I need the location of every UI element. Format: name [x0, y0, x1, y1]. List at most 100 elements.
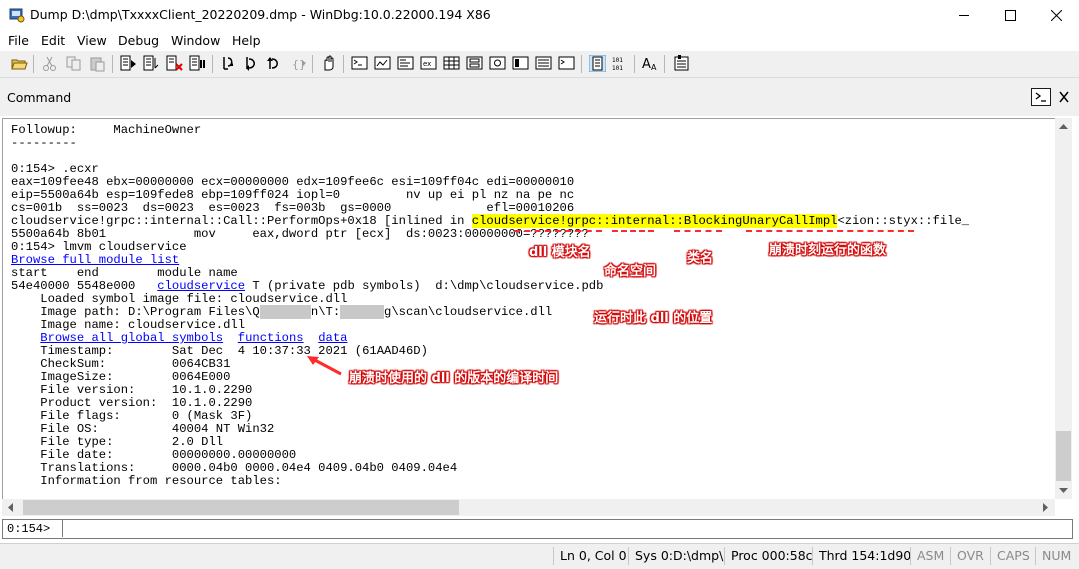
menu-view[interactable]: View — [77, 33, 107, 48]
command-output[interactable]: Followup: MachineOwner --------- 0:154> … — [2, 118, 1056, 500]
image-path-start: Image path: D:\Program Files\Q — [11, 305, 260, 319]
svg-text:A: A — [642, 57, 651, 72]
annotation-crash-function: 崩溃时刻运行的函数 — [769, 243, 887, 258]
svg-text:ex: ex — [423, 60, 431, 68]
vertical-scroll-thumb[interactable] — [1056, 431, 1071, 481]
menu-debug[interactable]: Debug — [118, 33, 159, 48]
scroll-down-icon[interactable] — [1059, 488, 1068, 494]
toolbar-separator — [581, 55, 582, 73]
toolbar-separator — [112, 55, 113, 73]
prompt-label: 0:154> — [7, 522, 51, 536]
scroll-right-icon[interactable] — [1043, 503, 1049, 512]
status-ovr: OVR — [950, 547, 984, 565]
toolbar-separator — [634, 55, 635, 73]
minimize-button[interactable] — [941, 0, 987, 30]
locals-window-icon[interactable] — [397, 55, 414, 72]
horizontal-scroll-thumb[interactable] — [23, 500, 459, 515]
windbg-app-icon — [9, 8, 25, 23]
hex-mode-icon[interactable]: 101101 — [612, 55, 629, 72]
annotation-dash — [612, 230, 654, 232]
break-icon[interactable] — [189, 55, 206, 72]
maximize-button[interactable] — [987, 0, 1033, 30]
svg-text:101: 101 — [612, 65, 623, 72]
paste-icon[interactable] — [89, 55, 106, 72]
copy-icon[interactable] — [65, 55, 82, 72]
module-row-prefix: 54e40000 5548e000 — [11, 279, 158, 293]
restart-icon[interactable] — [143, 55, 160, 72]
horizontal-scrollbar[interactable] — [2, 499, 1055, 516]
status-asm: ASM — [910, 547, 944, 565]
command-window-icon[interactable] — [351, 55, 368, 72]
scroll-up-icon[interactable] — [1059, 123, 1068, 129]
callsite-prefix: cloudservice!grpc::internal::Call::Perfo… — [11, 214, 472, 228]
menu-edit[interactable]: Edit — [41, 33, 65, 48]
step-into-icon[interactable] — [220, 55, 237, 72]
close-button[interactable] — [1033, 0, 1079, 30]
go-icon[interactable] — [120, 55, 137, 72]
output-line: --------- — [11, 136, 77, 150]
annotation-namespace: 命名空间 — [604, 264, 657, 279]
annotation-dll-location: 运行时此 dll 的位置 — [594, 311, 713, 326]
call-stack-window-icon[interactable] — [466, 55, 483, 72]
source-window-icon[interactable] — [558, 55, 575, 72]
svg-text:101: 101 — [612, 57, 623, 64]
toolbar-separator — [33, 55, 34, 73]
cut-icon[interactable] — [41, 55, 58, 72]
open-folder-icon[interactable] — [11, 55, 28, 72]
module-link[interactable]: cloudservice — [157, 279, 245, 293]
data-link[interactable]: data — [318, 331, 347, 345]
step-out-icon[interactable] — [266, 55, 283, 72]
window-title: Dump D:\dmp\TxxxxClient_20220209.dmp - W… — [30, 7, 491, 22]
annotation-class-name: 类名 — [687, 251, 714, 266]
memory-window-icon[interactable] — [443, 55, 460, 72]
functions-link[interactable]: functions — [238, 331, 304, 345]
maximize-icon — [1005, 10, 1016, 21]
annotation-dll-module: dll 模块名 — [529, 245, 591, 260]
image-path-mid: n\T: — [310, 305, 341, 319]
status-position: Ln 0, Col 0 — [553, 547, 627, 565]
hand-icon[interactable] — [320, 55, 337, 72]
minimize-icon — [959, 15, 969, 16]
pane-menu-button[interactable] — [1031, 88, 1051, 106]
run-to-cursor-icon[interactable]: {} — [291, 55, 308, 72]
menu-help[interactable]: Help — [232, 33, 261, 48]
registers-window-icon[interactable]: ex — [420, 55, 437, 72]
close-icon — [1051, 10, 1062, 21]
image-path-redacted — [259, 305, 311, 319]
step-over-icon[interactable] — [243, 55, 260, 72]
annotation-dash — [674, 230, 722, 232]
callsite-highlight: cloudservice!grpc::internal::BlockingUna… — [471, 214, 838, 228]
detail-line: Information from resource tables: — [11, 474, 282, 488]
pane-close-icon[interactable] — [1058, 90, 1070, 104]
scroll-left-icon[interactable] — [7, 503, 13, 512]
browse-all-global-symbols-link[interactable]: Browse all global symbols — [40, 331, 223, 345]
options-icon[interactable] — [673, 55, 690, 72]
timestamp-value: Timestamp: Sat Dec 4 10:37:33 2021 — [11, 344, 348, 358]
font-icon[interactable]: AA — [642, 55, 659, 72]
menu-file[interactable]: File — [8, 33, 29, 48]
scratch-pad-icon[interactable] — [512, 55, 529, 72]
module-row-suffix: T (private pdb symbols) d:\dmp\cloudserv… — [245, 279, 604, 293]
command-input[interactable] — [62, 520, 1071, 537]
menu-bar: File Edit View Debug Window Help — [0, 30, 1079, 51]
annotation-dash — [514, 230, 602, 232]
command-prompt-icon — [1033, 90, 1049, 104]
disassembly-window-icon[interactable] — [489, 55, 506, 72]
source-mode-icon[interactable] — [589, 55, 606, 72]
stop-debugging-icon[interactable] — [166, 55, 183, 72]
menu-window[interactable]: Window — [171, 33, 220, 48]
annotation-dash — [746, 230, 914, 232]
vertical-scrollbar[interactable] — [1055, 118, 1072, 499]
image-path-redacted — [340, 305, 385, 319]
watch-window-icon[interactable] — [374, 55, 391, 72]
image-path-end: g\scan\cloudservice.dll — [384, 305, 553, 319]
toolbar-separator — [312, 55, 313, 73]
status-thrd: Thrd 154:1d90 — [812, 547, 911, 565]
toolbar-separator — [664, 55, 665, 73]
processes-threads-icon[interactable] — [535, 55, 552, 72]
status-proc: Proc 000:58c — [724, 547, 813, 565]
toolbar-separator — [343, 55, 344, 73]
status-caps: CAPS — [990, 547, 1030, 565]
svg-text:A: A — [651, 63, 657, 72]
status-sys: Sys 0:D:\dmp\ — [628, 547, 723, 565]
